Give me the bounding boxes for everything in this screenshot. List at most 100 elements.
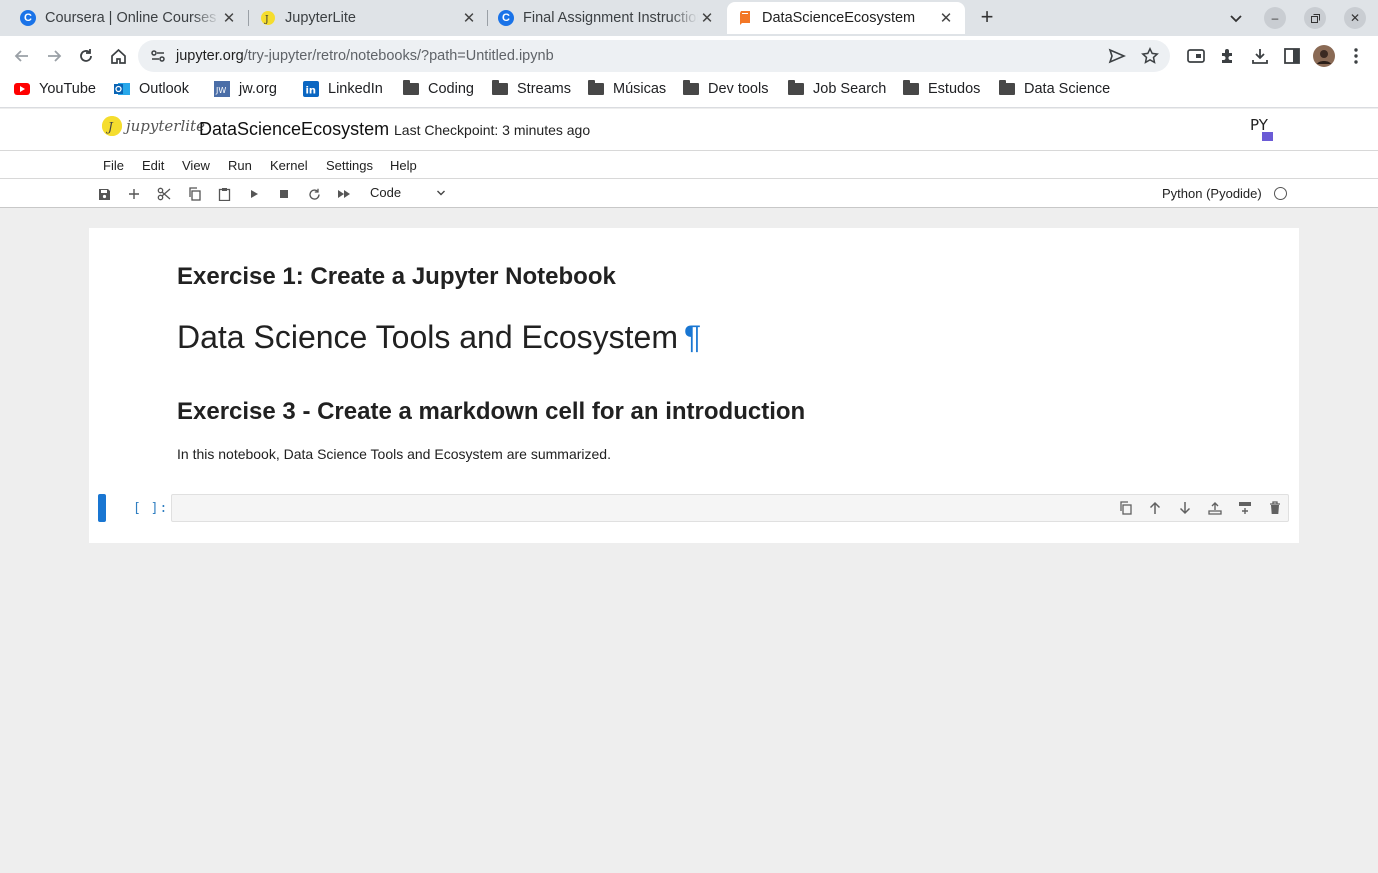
- copy-icon[interactable]: [186, 186, 202, 202]
- input-prompt: [ ]:: [133, 501, 169, 516]
- anchor-link[interactable]: ¶: [684, 319, 701, 355]
- fast-forward-icon[interactable]: [336, 186, 352, 202]
- bookmark-folder-job-search[interactable]: Job Search: [788, 80, 887, 97]
- add-cell-icon[interactable]: [126, 186, 142, 202]
- close-icon[interactable]: ✕: [698, 9, 716, 27]
- address-toolbar: jupyter.org/try-jupyter/retro/notebooks/…: [0, 36, 1378, 76]
- bookmark-label: Músicas: [613, 81, 667, 97]
- tab-search-icon[interactable]: [1184, 44, 1208, 68]
- bookmark-folder-estudos[interactable]: Estudos: [903, 80, 980, 97]
- close-window-button[interactable]: ✕: [1344, 7, 1366, 29]
- tab-coursera[interactable]: C Coursera | Online Courses & Credential…: [10, 2, 248, 34]
- menu-kernel[interactable]: Kernel: [270, 158, 308, 173]
- menu-view[interactable]: View: [182, 158, 210, 173]
- move-down-icon[interactable]: [1177, 500, 1193, 516]
- tab-separator: [248, 10, 249, 26]
- bookmark-label: Coding: [428, 81, 474, 97]
- bookmark-label: Dev tools: [708, 81, 769, 97]
- menu-edit[interactable]: Edit: [142, 158, 164, 173]
- bookmark-label: Data Science: [1024, 81, 1111, 97]
- folder-icon: [403, 80, 419, 95]
- extensions-icon[interactable]: [1216, 44, 1240, 68]
- notebook-toolbar: Code Python (Pyodide): [0, 179, 1378, 208]
- code-cell-input[interactable]: [171, 494, 1289, 522]
- bookmark-star-icon[interactable]: [1141, 47, 1159, 70]
- back-icon[interactable]: [10, 44, 34, 68]
- bookmark-label: LinkedIn: [328, 81, 383, 97]
- tab-title: Final Assignment Instructions: [523, 10, 698, 26]
- lightbulb-icon: J: [102, 116, 122, 136]
- markdown-heading[interactable]: Exercise 3 - Create a markdown cell for …: [177, 398, 805, 426]
- notebook-title[interactable]: DataScienceEcosystem: [199, 119, 389, 140]
- tab-title: JupyterLite: [285, 10, 356, 26]
- tab-final-assignment[interactable]: C Final Assignment Instructions ✕: [488, 2, 726, 34]
- duplicate-cell-icon[interactable]: [1117, 500, 1133, 516]
- stop-icon[interactable]: [276, 186, 292, 202]
- download-icon[interactable]: [1248, 44, 1272, 68]
- bookmark-folder-musicas[interactable]: Músicas: [588, 80, 667, 97]
- bookmark-jw-org[interactable]: JW jw.org: [214, 81, 277, 97]
- bookmark-folder-coding[interactable]: Coding: [403, 80, 474, 97]
- pyodide-logo-icon: PY: [1250, 116, 1274, 142]
- chevron-down-icon[interactable]: [1224, 6, 1248, 30]
- bookmark-label: Outlook: [139, 81, 189, 97]
- cell-type-select[interactable]: Code: [370, 185, 448, 202]
- folder-icon: [492, 80, 508, 95]
- reload-icon[interactable]: [74, 44, 98, 68]
- markdown-title[interactable]: Data Science Tools and Ecosystem ¶: [177, 319, 701, 356]
- menu-settings[interactable]: Settings: [326, 158, 373, 173]
- kebab-menu-icon[interactable]: [1344, 44, 1368, 68]
- close-icon[interactable]: ✕: [220, 9, 238, 27]
- avatar[interactable]: [1312, 44, 1336, 68]
- move-up-icon[interactable]: [1147, 500, 1163, 516]
- notebook-icon: [737, 10, 753, 26]
- bookmark-youtube[interactable]: YouTube: [14, 81, 96, 97]
- restore-button[interactable]: [1304, 7, 1326, 29]
- bookmark-folder-dev-tools[interactable]: Dev tools: [683, 80, 769, 97]
- run-icon[interactable]: [246, 186, 262, 202]
- menu-help[interactable]: Help: [390, 158, 417, 173]
- save-icon[interactable]: [96, 186, 112, 202]
- markdown-heading[interactable]: Exercise 1: Create a Jupyter Notebook: [177, 263, 616, 291]
- bookmark-label: Job Search: [813, 81, 887, 97]
- bookmark-outlook[interactable]: Outlook: [114, 81, 189, 97]
- address-bar[interactable]: jupyter.org/try-jupyter/retro/notebooks/…: [138, 40, 1170, 72]
- send-to-devices-icon[interactable]: [1108, 47, 1127, 70]
- home-icon[interactable]: [106, 44, 130, 68]
- delete-cell-icon[interactable]: [1267, 500, 1283, 516]
- youtube-icon: [14, 83, 30, 95]
- paste-icon[interactable]: [216, 186, 232, 202]
- bookmark-folder-streams[interactable]: Streams: [492, 80, 571, 97]
- folder-icon: [788, 80, 804, 95]
- linkedin-icon: in: [303, 81, 319, 97]
- new-tab-button[interactable]: +: [976, 5, 998, 29]
- tab-jupyterlite[interactable]: J JupyterLite ✕: [250, 2, 488, 34]
- side-panel-icon[interactable]: [1280, 44, 1304, 68]
- bookmark-label: jw.org: [239, 81, 277, 97]
- bookmark-folder-data-science[interactable]: Data Science: [999, 80, 1111, 97]
- tab-datascienceecosystem[interactable]: DataScienceEcosystem ✕: [727, 2, 965, 34]
- folder-icon: [588, 80, 604, 95]
- forward-icon[interactable]: [42, 44, 66, 68]
- jupyterlite-logo[interactable]: J jupyterlite: [102, 116, 205, 136]
- close-icon[interactable]: ✕: [460, 9, 478, 27]
- restart-icon[interactable]: [306, 186, 322, 202]
- insert-above-icon[interactable]: [1207, 500, 1223, 516]
- svg-text:JW: JW: [215, 86, 226, 95]
- menu-run[interactable]: Run: [228, 158, 252, 173]
- bookmark-label: Streams: [517, 81, 571, 97]
- folder-icon: [683, 80, 699, 95]
- site-settings-icon[interactable]: [150, 48, 166, 69]
- close-icon[interactable]: ✕: [937, 9, 955, 27]
- bookmark-linkedin[interactable]: in LinkedIn: [303, 81, 383, 97]
- kernel-name[interactable]: Python (Pyodide): [1162, 186, 1262, 201]
- markdown-paragraph[interactable]: In this notebook, Data Science Tools and…: [177, 446, 611, 462]
- outlook-icon: [114, 81, 130, 97]
- insert-below-icon[interactable]: [1237, 500, 1253, 516]
- jupyterlite-icon: J: [260, 10, 276, 26]
- cut-icon[interactable]: [156, 186, 172, 202]
- minimize-button[interactable]: –: [1264, 7, 1286, 29]
- active-cell-indicator: [98, 494, 106, 522]
- browser-tab-strip: C Coursera | Online Courses & Credential…: [0, 0, 1378, 36]
- menu-file[interactable]: File: [103, 158, 124, 173]
